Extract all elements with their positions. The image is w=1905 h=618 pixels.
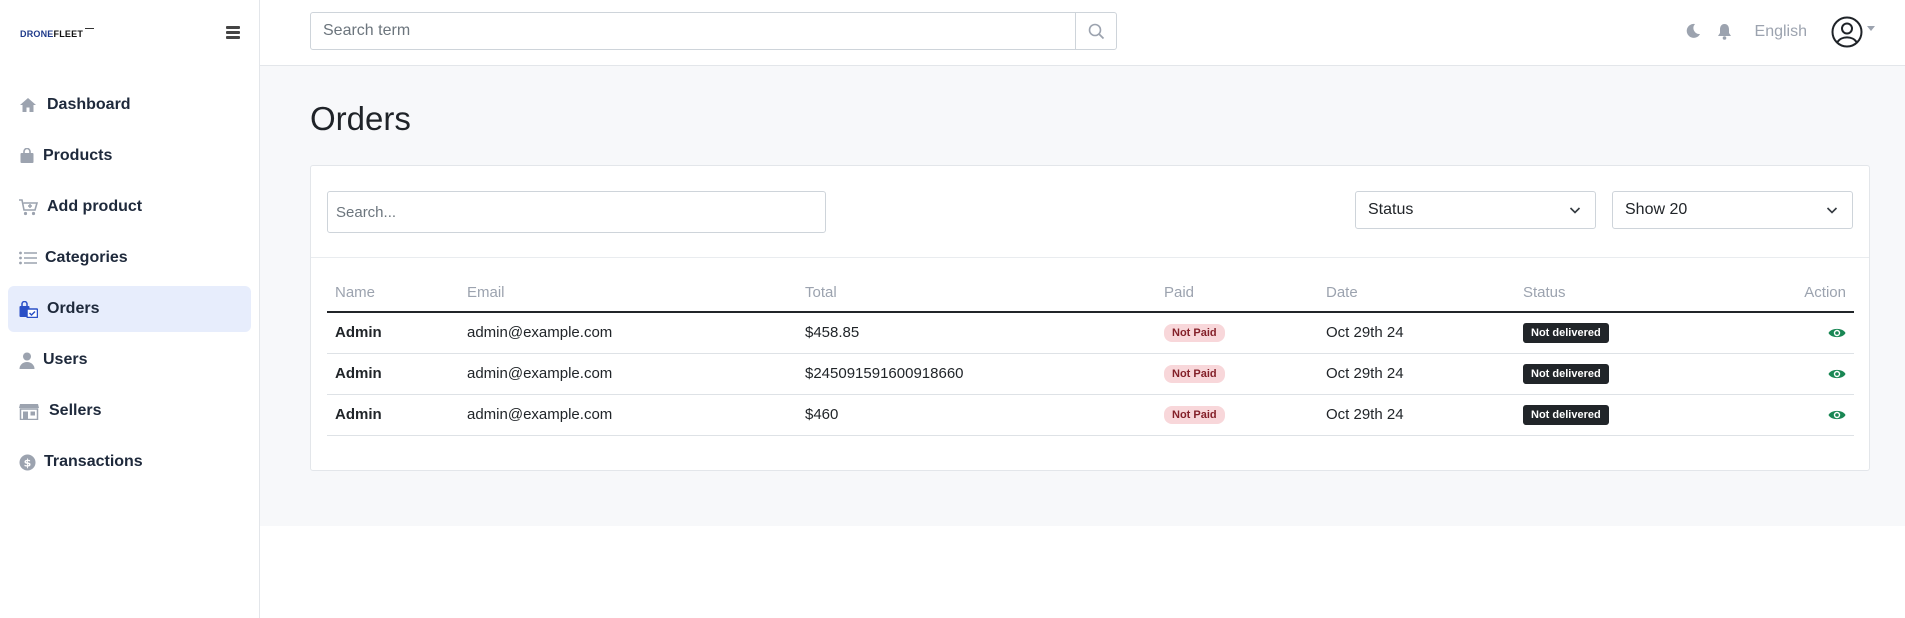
paid-badge: Not Paid [1164,406,1225,424]
chevron-down-icon [1569,207,1581,214]
main-content: Orders Search... Status Show 20 Name Ema… [260,66,1905,526]
dark-mode-toggle-icon[interactable] [1685,23,1703,41]
home-icon [19,96,39,114]
sidebar-nav: Dashboard Products Add product Categorie… [8,82,251,490]
bag-check-icon [19,300,39,318]
sidebar-item-orders[interactable]: Orders [8,286,251,332]
page-size-select[interactable]: Show 20 [1612,191,1853,229]
column-header-paid[interactable]: Paid [1156,274,1318,313]
view-eye-icon[interactable] [1828,408,1846,422]
store-icon [19,402,39,420]
search-icon [1088,23,1104,39]
column-header-email[interactable]: Email [459,274,797,313]
orders-filters: Search... Status Show 20 [311,166,1869,258]
order-status-cell: Not delivered [1515,394,1712,436]
order-paid-cell: Not Paid [1156,312,1318,354]
order-status-cell: Not delivered [1515,353,1712,395]
order-email: admin@example.com [459,312,797,354]
status-filter-select[interactable]: Status [1355,191,1596,229]
column-header-status[interactable]: Status [1515,274,1712,313]
brand-logo[interactable]: DRONEFLEET [20,24,95,44]
sidebar-item-sellers[interactable]: Sellers [8,388,251,434]
language-selector[interactable]: English [1755,23,1807,41]
status-badge: Not delivered [1523,363,1609,384]
order-action-cell [1712,312,1854,354]
column-header-date[interactable]: Date [1318,274,1515,313]
order-action-cell [1712,353,1854,395]
orders-search-input[interactable]: Search... [327,191,826,233]
order-name: Admin [327,353,459,395]
sidebar-item-products[interactable]: Products [8,133,251,179]
table-row: Admin admin@example.com $460 Not Paid Oc… [327,394,1854,436]
status-filter-value: Status [1368,201,1414,218]
orders-card: Search... Status Show 20 Name Email Tota… [310,165,1870,471]
order-name: Admin [327,312,459,354]
orders-table: Name Email Total Paid Date Status Action… [327,274,1854,436]
order-total: $245091591600918660 [797,353,1156,395]
chevron-down-icon [1826,207,1838,214]
global-search: Search term [310,12,1117,50]
sidebar-item-label: Categories [45,249,128,266]
order-paid-cell: Not Paid [1156,394,1318,436]
sidebar-item-label: Add product [47,198,143,215]
global-search-input[interactable]: Search term [311,13,1075,49]
menu-toggle-icon[interactable] [226,26,240,39]
logo-text: DRONEFLEET [20,29,84,39]
user-menu[interactable] [1831,16,1875,48]
page-size-value: Show 20 [1625,201,1688,218]
paid-badge: Not Paid [1164,324,1225,343]
drone-icon [85,27,95,31]
order-email: admin@example.com [459,353,797,395]
shopping-bag-icon [19,147,39,165]
svg-text:$: $ [24,456,32,469]
dollar-circle-icon: $ [19,453,39,471]
order-paid-cell: Not Paid [1156,353,1318,395]
order-email: admin@example.com [459,394,797,436]
notification-bell-icon[interactable] [1717,23,1735,41]
sidebar-item-users[interactable]: Users [8,337,251,383]
search-button[interactable] [1075,13,1116,49]
table-header-row: Name Email Total Paid Date Status Action [327,274,1854,313]
sidebar: DRONEFLEET Dashboard Products Add produc… [0,0,260,618]
sidebar-item-label: Orders [47,300,100,317]
order-date: Oct 29th 24 [1318,312,1515,354]
view-eye-icon[interactable] [1828,367,1846,381]
chevron-down-icon [1867,25,1875,31]
user-icon [19,351,39,369]
sidebar-item-label: Products [43,147,113,164]
sidebar-item-label: Transactions [44,453,143,470]
status-badge: Not delivered [1523,322,1609,343]
order-status-cell: Not delivered [1515,312,1712,354]
page-title: Orders [310,100,411,137]
sidebar-item-label: Users [43,351,88,368]
list-icon [19,249,39,267]
sidebar-item-add-product[interactable]: Add product [8,184,251,230]
order-total: $460 [797,394,1156,436]
order-action-cell [1712,394,1854,436]
table-row: Admin admin@example.com $245091591600918… [327,353,1854,395]
top-bar: Search term English [260,0,1905,66]
user-avatar-icon [1831,16,1863,48]
order-name: Admin [327,394,459,436]
column-header-name[interactable]: Name [327,274,459,313]
top-bar-actions: English [1685,13,1875,51]
paid-badge: Not Paid [1164,365,1225,383]
order-date: Oct 29th 24 [1318,353,1515,395]
view-eye-icon[interactable] [1828,326,1846,340]
column-header-total[interactable]: Total [797,274,1156,313]
column-header-action: Action [1712,274,1854,313]
order-total: $458.85 [797,312,1156,354]
order-date: Oct 29th 24 [1318,394,1515,436]
sidebar-item-transactions[interactable]: $ Transactions [8,439,251,485]
sidebar-item-label: Sellers [49,402,102,419]
cart-plus-icon [19,198,39,216]
table-row: Admin admin@example.com $458.85 Not Paid… [327,312,1854,354]
status-badge: Not delivered [1523,404,1609,425]
sidebar-item-categories[interactable]: Categories [8,235,251,281]
sidebar-item-dashboard[interactable]: Dashboard [8,82,251,128]
sidebar-item-label: Dashboard [47,96,131,113]
